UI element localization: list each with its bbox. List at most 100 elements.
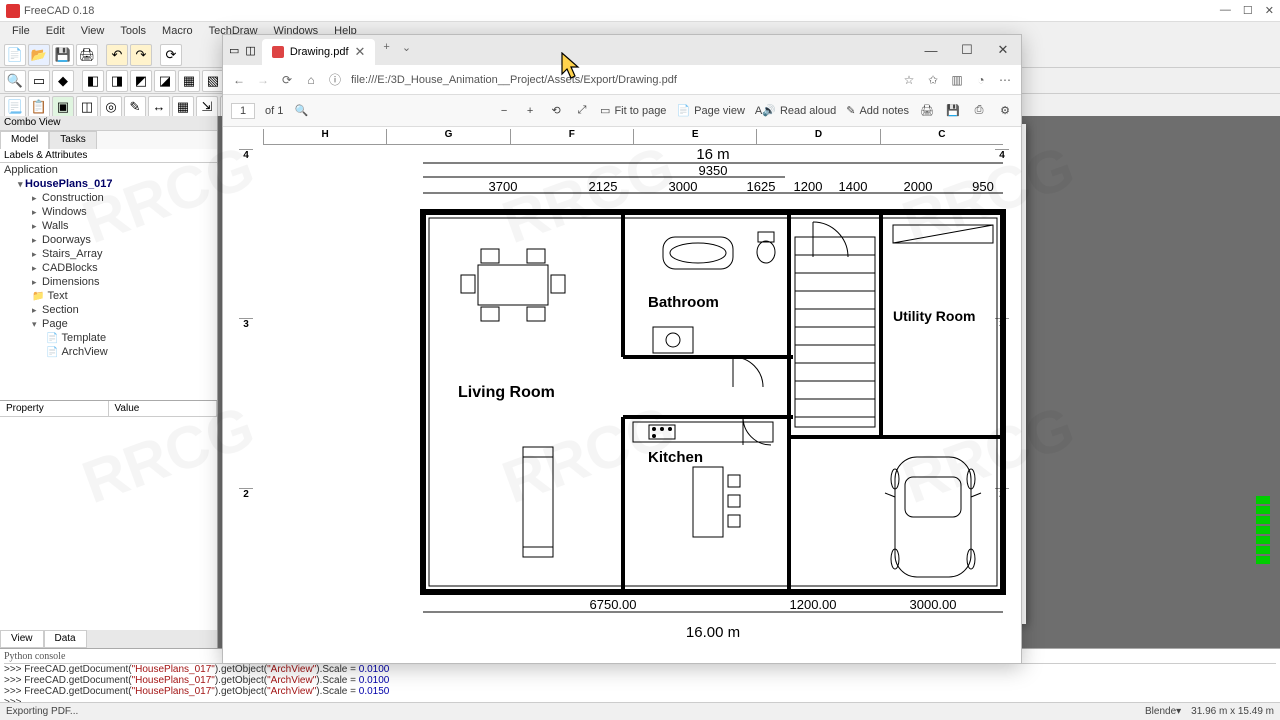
forward-icon[interactable]: → <box>255 73 271 87</box>
tab-dropdown-icon[interactable]: ⌄ <box>398 35 415 65</box>
detail-icon[interactable]: ◎ <box>100 96 122 118</box>
section-icon[interactable]: ◫ <box>76 96 98 118</box>
refresh-icon[interactable]: ⟳ <box>160 44 182 66</box>
maximize-icon[interactable]: ☐ <box>1243 4 1253 17</box>
home-icon[interactable]: ⌂ <box>303 73 319 87</box>
rotate-icon[interactable]: ⟲ <box>548 104 564 117</box>
refresh-icon[interactable]: ⟳ <box>279 73 295 87</box>
back-icon[interactable]: ← <box>231 73 247 87</box>
svg-text:1200.00: 1200.00 <box>790 597 837 612</box>
tab-close-icon[interactable]: ✕ <box>355 44 366 60</box>
tab-view[interactable]: View <box>0 630 44 648</box>
pdf-toolbar: 1 of 1 🔍 − + ⟲ ⤢ ▭Fit to page 📄Page view… <box>223 95 1021 127</box>
menu-edit[interactable]: Edit <box>38 22 73 42</box>
iso-icon[interactable]: ◧ <box>82 70 104 92</box>
save-pdf-icon[interactable]: 💾 <box>945 104 961 117</box>
page-template-icon[interactable]: 📋 <box>28 96 50 118</box>
tree-cadblocks: CADBlocks <box>0 261 217 275</box>
menu-file[interactable]: File <box>4 22 38 42</box>
svg-text:Kitchen: Kitchen <box>648 449 703 466</box>
page-view-button[interactable]: 📄Page view <box>676 104 744 117</box>
tab-tasks[interactable]: Tasks <box>49 131 97 149</box>
tab-model[interactable]: Model <box>0 131 49 149</box>
view-insert-icon[interactable]: ▣ <box>52 96 74 118</box>
property-grid: Property Value <box>0 400 217 630</box>
workbench-selector[interactable]: Blende▾ <box>1145 706 1181 717</box>
zoom-in-icon[interactable]: + <box>522 105 538 117</box>
save-as-icon[interactable]: ⎙ <box>971 104 987 117</box>
print-icon[interactable]: 🖨 <box>76 44 98 66</box>
tree-doc: HousePlans_017 <box>0 177 217 191</box>
read-aloud-button[interactable]: A🔊Read aloud <box>755 104 836 117</box>
expand-icon[interactable]: ⤢ <box>574 104 590 117</box>
new-tab-icon[interactable]: + <box>375 35 397 65</box>
undo-icon[interactable]: ↶ <box>106 44 128 66</box>
freecad-titlebar: FreeCAD 0.18 — ☐ ✕ <box>0 0 1280 22</box>
url-field[interactable]: file:///E:/3D_House_Animation__Project/A… <box>351 74 893 86</box>
favorites-icon[interactable]: ✩ <box>925 73 941 87</box>
search-pdf-icon[interactable]: 🔍 <box>293 104 309 117</box>
hatch-icon[interactable]: ▦ <box>172 96 194 118</box>
model-tree[interactable]: Application HousePlans_017 Construction … <box>0 163 217 400</box>
collections-icon[interactable]: ▥ <box>949 73 965 87</box>
save-icon[interactable]: 💾 <box>52 44 74 66</box>
edge-minimize-icon[interactable]: — <box>913 35 949 65</box>
personal-tab-icon[interactable]: ▭ <box>229 44 239 57</box>
top-icon[interactable]: ◩ <box>130 70 152 92</box>
status-bar: Exporting PDF... Blende▾ 31.96 m x 15.49… <box>0 702 1280 720</box>
draw-style-icon[interactable]: ◆ <box>52 70 74 92</box>
zoom-fit-icon[interactable]: 🔍 <box>4 70 26 92</box>
tab-title: Drawing.pdf <box>290 46 349 58</box>
right-icon[interactable]: ◪ <box>154 70 176 92</box>
svg-text:Living Room: Living Room <box>458 384 555 401</box>
redo-icon[interactable]: ↷ <box>130 44 152 66</box>
page-icon[interactable]: 📃 <box>4 96 26 118</box>
add-notes-button[interactable]: ✎Add notes <box>846 104 909 117</box>
tree-page: Page <box>0 317 217 331</box>
menu-tools[interactable]: Tools <box>112 22 154 42</box>
tree-construction: Construction <box>0 191 217 205</box>
edge-close-icon[interactable]: ✕ <box>985 35 1021 65</box>
edge-maximize-icon[interactable]: ☐ <box>949 35 985 65</box>
bottom-icon[interactable]: ▧ <box>202 70 224 92</box>
tab-data[interactable]: Data <box>44 630 87 648</box>
mouse-cursor <box>560 52 582 80</box>
dimension-icon[interactable]: ↔ <box>148 96 170 118</box>
select-icon[interactable]: ▭ <box>28 70 50 92</box>
tree-app[interactable]: Application <box>0 163 217 177</box>
annotation-icon[interactable]: ✎ <box>124 96 146 118</box>
svg-text:Bathroom: Bathroom <box>648 294 719 311</box>
new-window-icon[interactable]: ◫ <box>245 44 255 57</box>
svg-text:9350: 9350 <box>699 163 728 178</box>
svg-text:3000: 3000 <box>669 179 698 194</box>
menu-macro[interactable]: Macro <box>154 22 201 42</box>
svg-text:2000: 2000 <box>904 179 933 194</box>
export-icon[interactable]: ⇲ <box>196 96 218 118</box>
close-icon[interactable]: ✕ <box>1265 4 1274 17</box>
front-icon[interactable]: ◨ <box>106 70 128 92</box>
minimize-icon[interactable]: — <box>1220 4 1231 17</box>
info-icon: ⓘ <box>327 71 343 88</box>
svg-text:16.00 m: 16.00 m <box>686 624 740 641</box>
new-doc-icon[interactable]: 📄 <box>4 44 26 66</box>
fit-to-page-button[interactable]: ▭Fit to page <box>600 104 666 117</box>
freecad-icon <box>6 4 20 18</box>
star-icon[interactable]: ☆ <box>901 73 917 87</box>
floor-plan-drawing: 16 m 9350 3700 2125 3000 1625 1200 1400 … <box>233 127 1013 663</box>
profile-icon[interactable]: ◔ <box>973 73 989 87</box>
page-number-input[interactable]: 1 <box>231 103 255 119</box>
svg-text:1625: 1625 <box>747 179 776 194</box>
tree-windows: Windows <box>0 205 217 219</box>
back-icon[interactable]: ▦ <box>178 70 200 92</box>
print-pdf-icon[interactable]: 🖨 <box>919 104 935 117</box>
zoom-out-icon[interactable]: − <box>496 105 512 117</box>
open-icon[interactable]: 📂 <box>28 44 50 66</box>
tree-template: Template <box>0 331 217 345</box>
edge-browser-window: ▭ ◫ Drawing.pdf ✕ + ⌄ — ☐ ✕ ← → ⟳ ⌂ ⓘ fi… <box>222 34 1022 664</box>
menu-icon[interactable]: ⋯ <box>997 73 1013 87</box>
menu-view[interactable]: View <box>73 22 113 42</box>
browser-tab[interactable]: Drawing.pdf ✕ <box>262 39 376 65</box>
pdf-viewport[interactable]: HGF EDC 432 432 16 m 9350 3700 2 <box>223 127 1021 663</box>
prop-col-value: Value <box>109 401 218 416</box>
pdf-settings-icon[interactable]: ⚙ <box>997 104 1013 117</box>
